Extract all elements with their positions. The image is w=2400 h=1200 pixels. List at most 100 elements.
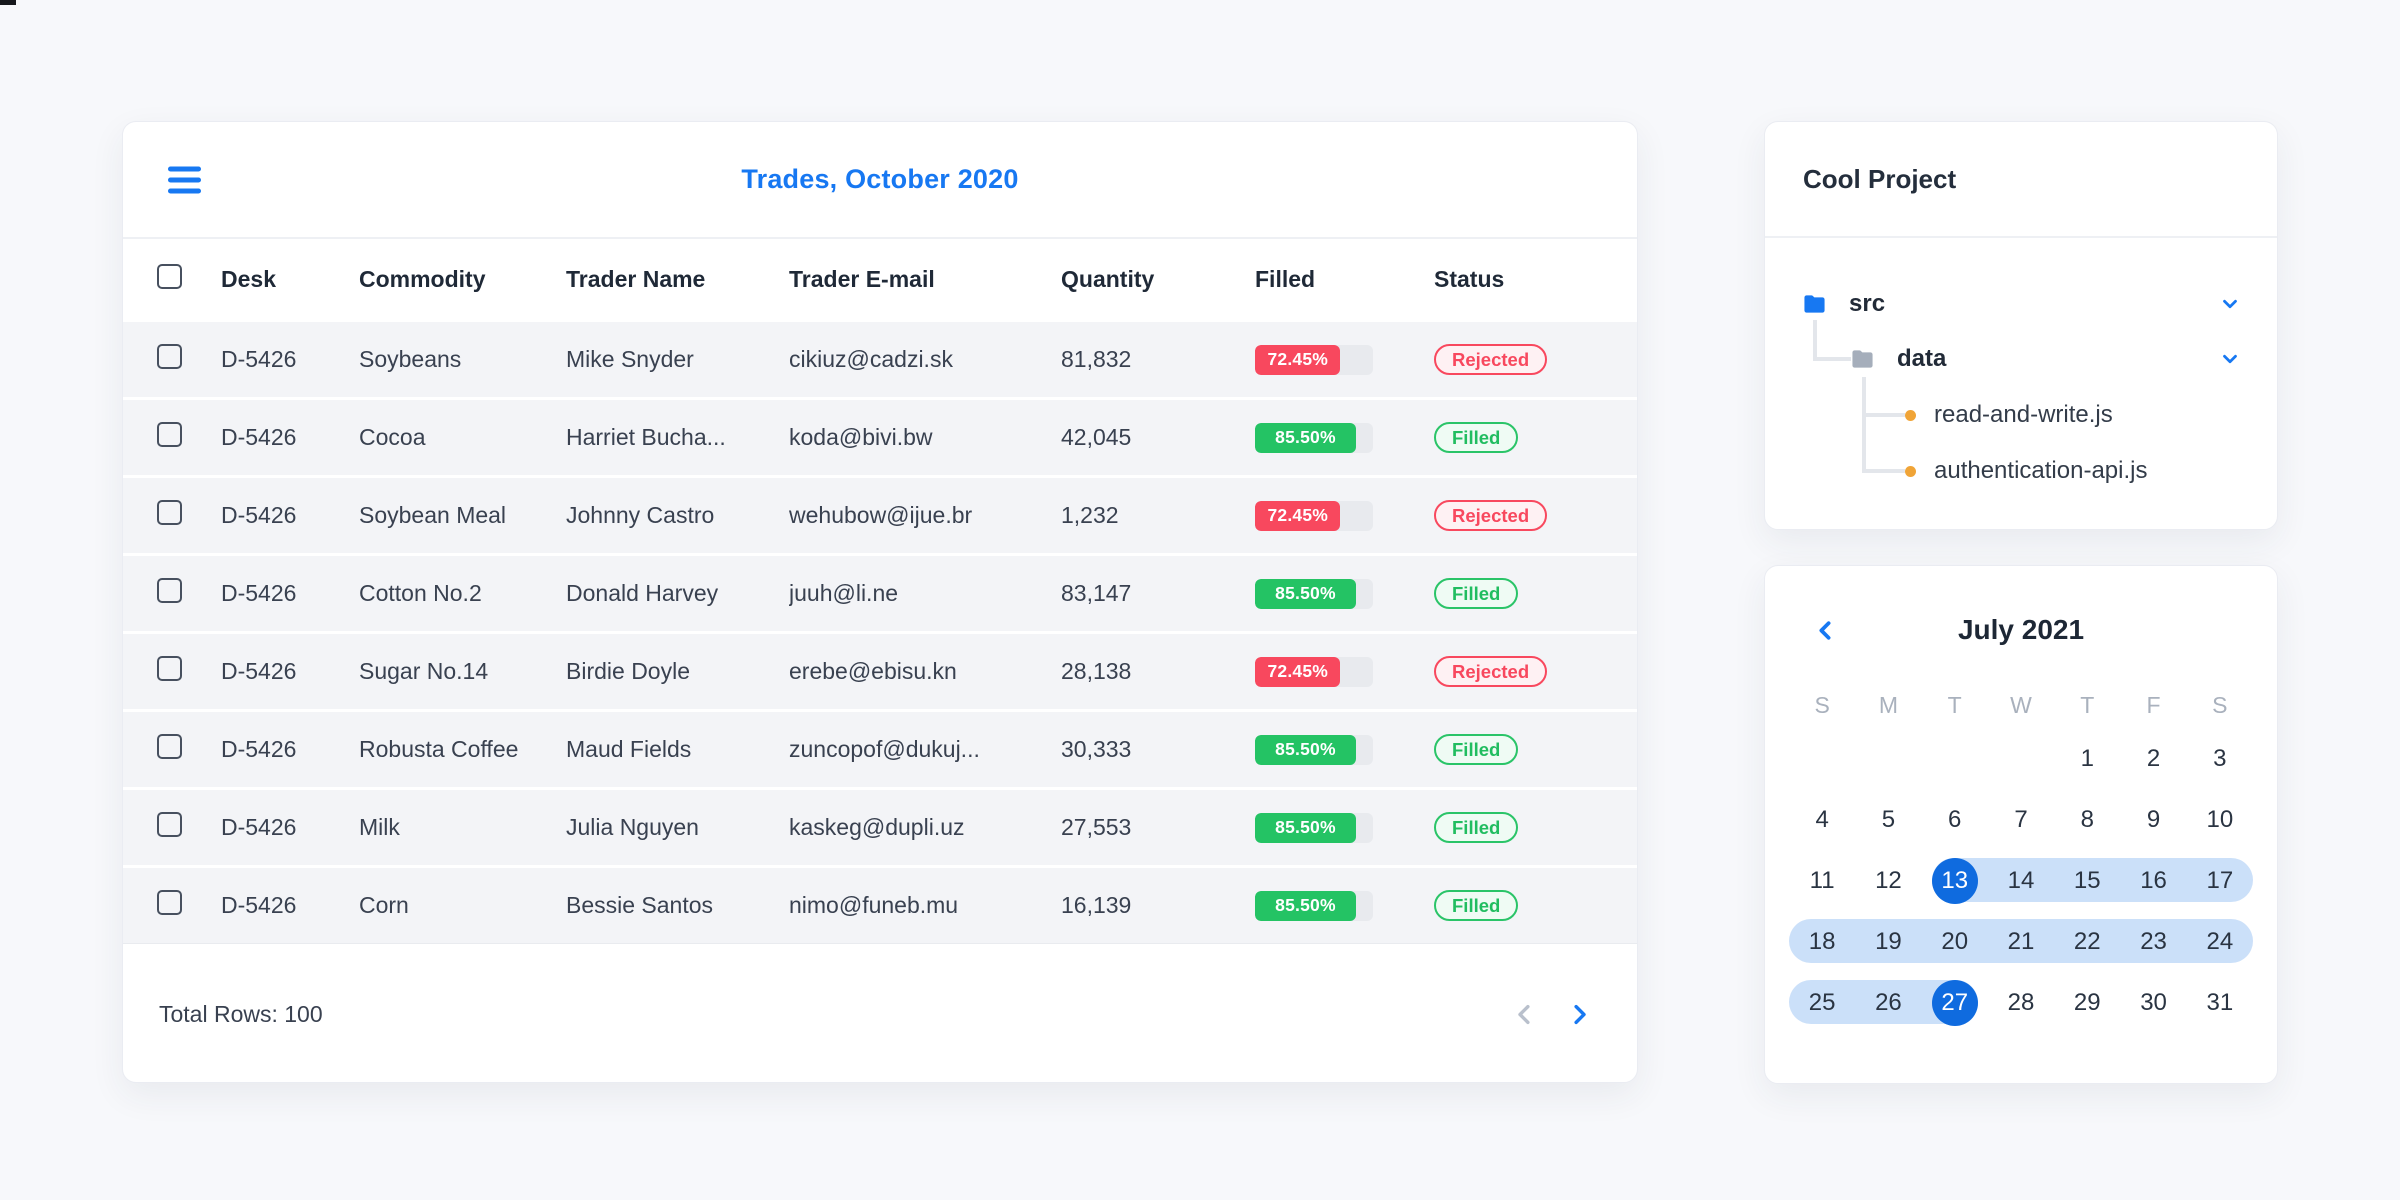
calendar-day[interactable]: 31 bbox=[2187, 972, 2253, 1033]
status-badge: Rejected bbox=[1434, 500, 1548, 531]
table-row[interactable]: D-5426 Corn Bessie Santos nimo@funeb.mu … bbox=[123, 865, 1637, 943]
trades-card: Trades, October 2020 Desk Commodity Trad… bbox=[122, 121, 1638, 1083]
tree-file-label: read-and-write.js bbox=[1934, 401, 2113, 428]
cell-desk: D-5426 bbox=[221, 658, 297, 684]
project-card-header: Cool Project bbox=[1765, 122, 2277, 238]
table-row[interactable]: D-5426 Soybeans Mike Snyder cikiuz@cadzi… bbox=[123, 319, 1637, 397]
calendar-day[interactable]: 23 bbox=[2120, 911, 2186, 972]
calendar-day[interactable]: 22 bbox=[2054, 911, 2120, 972]
row-checkbox[interactable] bbox=[157, 500, 182, 525]
calendar-day[interactable]: 8 bbox=[2054, 789, 2120, 850]
calendar-day[interactable]: 6 bbox=[1922, 789, 1988, 850]
calendar-day[interactable]: 7 bbox=[1988, 789, 2054, 850]
row-checkbox[interactable] bbox=[157, 734, 182, 759]
next-page-icon[interactable] bbox=[1566, 1001, 1593, 1028]
calendar-header: July 2021 bbox=[1789, 602, 2253, 658]
calendar-day[interactable]: 27 bbox=[1922, 972, 1988, 1033]
table-body: D-5426 Soybeans Mike Snyder cikiuz@cadzi… bbox=[123, 319, 1637, 943]
row-checkbox[interactable] bbox=[157, 578, 182, 603]
select-all-checkbox[interactable] bbox=[157, 263, 182, 289]
calendar-day[interactable]: 1 bbox=[2054, 728, 2120, 789]
table-row[interactable]: D-5426 Sugar No.14 Birdie Doyle erebe@eb… bbox=[123, 631, 1637, 709]
weekday-label: W bbox=[2010, 691, 2032, 718]
calendar-day[interactable]: 10 bbox=[2187, 789, 2253, 850]
cell-trader-email: zuncopof@dukuj... bbox=[789, 736, 980, 762]
row-checkbox[interactable] bbox=[157, 344, 182, 369]
table-row[interactable]: D-5426 Cotton No.2 Donald Harvey juuh@li… bbox=[123, 553, 1637, 631]
filled-progress-bar: 85.50% bbox=[1255, 578, 1373, 609]
table-row[interactable]: D-5426 Cocoa Harriet Bucha... koda@bivi.… bbox=[123, 397, 1637, 475]
calendar-day[interactable]: 28 bbox=[1988, 972, 2054, 1033]
calendar-day[interactable]: 26 bbox=[1855, 972, 1921, 1033]
tree-file-label: authentication-api.js bbox=[1934, 457, 2148, 484]
status-badge: Filled bbox=[1434, 890, 1519, 921]
weekday-label: T bbox=[2080, 691, 2095, 718]
cell-desk: D-5426 bbox=[221, 814, 297, 840]
tree-folder-label: src bbox=[1849, 290, 1886, 317]
menu-icon[interactable] bbox=[164, 162, 205, 197]
cell-desk: D-5426 bbox=[221, 736, 297, 762]
column-header-filled: Filled bbox=[1255, 265, 1316, 292]
calendar-card: July 2021 S M T W T F S 1 2 3 4 5 6 7 8 … bbox=[1764, 565, 2278, 1084]
calendar-prev-month-icon[interactable] bbox=[1813, 618, 1838, 643]
table-row[interactable]: D-5426 Soybean Meal Johnny Castro wehubo… bbox=[123, 475, 1637, 553]
calendar-day[interactable]: 21 bbox=[1988, 911, 2054, 972]
calendar-day[interactable]: 11 bbox=[1789, 850, 1855, 911]
calendar-day[interactable]: 9 bbox=[2120, 789, 2186, 850]
cell-trader-name: Mike Snyder bbox=[566, 346, 694, 372]
column-header-quantity: Quantity bbox=[1061, 265, 1155, 292]
tree-connector bbox=[1862, 413, 1905, 417]
calendar-day[interactable]: 3 bbox=[2187, 728, 2253, 789]
calendar-day[interactable]: 16 bbox=[2120, 850, 2186, 911]
calendar-day[interactable]: 19 bbox=[1855, 911, 1921, 972]
calendar-day bbox=[1789, 728, 1855, 789]
prev-page-icon[interactable] bbox=[1511, 1001, 1538, 1028]
row-checkbox[interactable] bbox=[157, 890, 182, 915]
tree-folder-src[interactable]: src bbox=[1803, 282, 2247, 326]
calendar-day[interactable]: 18 bbox=[1789, 911, 1855, 972]
status-badge: Rejected bbox=[1434, 656, 1548, 687]
calendar-day[interactable]: 2 bbox=[2120, 728, 2186, 789]
table-footer: Total Rows: 100 bbox=[123, 943, 1637, 1082]
tree-file[interactable]: read-and-write.js bbox=[1905, 393, 2247, 437]
folder-icon bbox=[1852, 350, 1873, 368]
cell-quantity: 42,045 bbox=[1061, 424, 1132, 450]
calendar-day[interactable]: 30 bbox=[2120, 972, 2186, 1033]
chevron-down-icon[interactable] bbox=[2219, 293, 2241, 315]
trades-title: Trades, October 2020 bbox=[741, 164, 1019, 194]
calendar-day[interactable]: 14 bbox=[1988, 850, 2054, 911]
weekday-label: F bbox=[2146, 691, 2161, 718]
project-title: Cool Project bbox=[1803, 163, 1957, 194]
calendar-day[interactable]: 25 bbox=[1789, 972, 1855, 1033]
tree-folder-data[interactable]: data bbox=[1851, 337, 2247, 381]
stray-mark bbox=[0, 0, 16, 5]
weekday-label: T bbox=[1947, 691, 1962, 718]
chevron-down-icon[interactable] bbox=[2219, 348, 2241, 370]
calendar-day[interactable]: 20 bbox=[1922, 911, 1988, 972]
row-checkbox[interactable] bbox=[157, 422, 182, 447]
cell-trader-email: koda@bivi.bw bbox=[789, 424, 933, 450]
calendar-day[interactable]: 15 bbox=[2054, 850, 2120, 911]
cell-quantity: 30,333 bbox=[1061, 736, 1132, 762]
table-row[interactable]: D-5426 Milk Julia Nguyen kaskeg@dupli.uz… bbox=[123, 787, 1637, 865]
calendar-day[interactable]: 24 bbox=[2187, 911, 2253, 972]
tree-file[interactable]: authentication-api.js bbox=[1905, 449, 2247, 493]
table-header-row: Desk Commodity Trader Name Trader E-mail… bbox=[123, 239, 1637, 319]
calendar-day[interactable]: 17 bbox=[2187, 850, 2253, 911]
row-checkbox[interactable] bbox=[157, 656, 182, 681]
cell-desk: D-5426 bbox=[221, 502, 297, 528]
cell-trader-name: Harriet Bucha... bbox=[566, 424, 726, 450]
calendar-day[interactable]: 13 bbox=[1922, 850, 1988, 911]
calendar-day[interactable]: 4 bbox=[1789, 789, 1855, 850]
row-checkbox[interactable] bbox=[157, 812, 182, 837]
calendar-month-title: July 2021 bbox=[1957, 614, 2085, 645]
table-row[interactable]: D-5426 Robusta Coffee Maud Fields zuncop… bbox=[123, 709, 1637, 787]
cell-trader-name: Johnny Castro bbox=[566, 502, 715, 528]
calendar-weekday-row: S M T W T F S bbox=[1789, 682, 2253, 728]
calendar-day[interactable]: 29 bbox=[2054, 972, 2120, 1033]
cell-desk: D-5426 bbox=[221, 346, 297, 372]
calendar-day[interactable]: 5 bbox=[1855, 789, 1921, 850]
tree-folder-label: data bbox=[1897, 345, 1947, 372]
calendar-day[interactable]: 12 bbox=[1855, 850, 1921, 911]
filled-progress-bar: 72.45% bbox=[1255, 500, 1373, 531]
